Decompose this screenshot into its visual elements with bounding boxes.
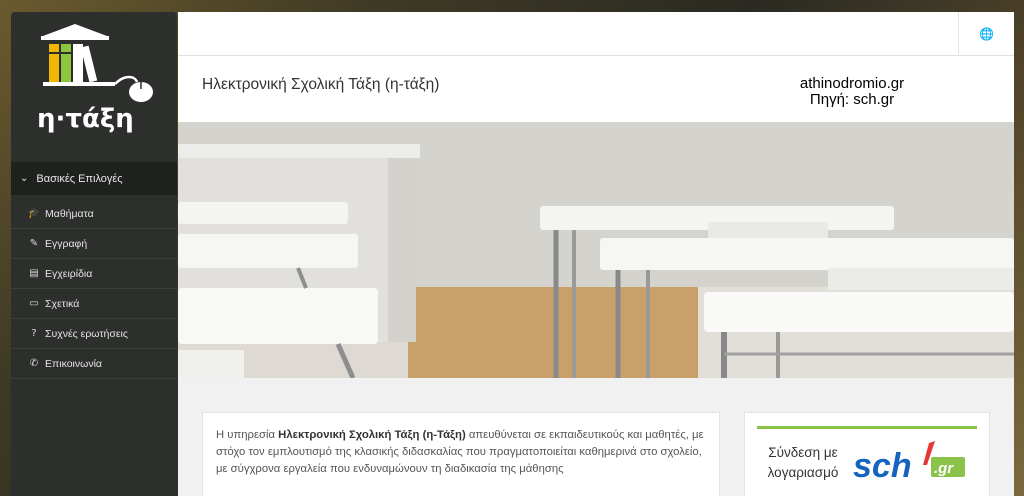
sidebar-item-faq[interactable]: ? Συχνές ερωτήσεις (11, 319, 177, 349)
credit-card-icon: ▭ (29, 298, 39, 309)
login-line: λογαριασμό (767, 465, 839, 480)
sch-login-card[interactable]: Σύνδεση με λογαριασμό sch .gr (744, 412, 990, 496)
green-accent-line (757, 426, 977, 429)
globe-icon: 🌐 (979, 27, 994, 41)
login-prompt: Σύνδεση με λογαριασμό (761, 443, 845, 483)
watermark-line: Πηγή: sch.gr (809, 91, 895, 108)
chevron-down-icon: ⌄ (20, 173, 29, 184)
sidebar-item-manuals[interactable]: ▤ Εγχειρίδια (11, 259, 177, 289)
service-name: Ηλεκτρονική Σχολική Τάξη (η-Τάξη) (278, 429, 466, 441)
sch-gr-logo-icon[interactable]: sch .gr (853, 439, 969, 485)
service-description-card: Η υπηρεσία Ηλεκτρονική Σχολική Τάξη (η-Τ… (202, 412, 720, 496)
document-icon: ▤ (29, 268, 39, 279)
sch-logo-main-text: sch (853, 447, 912, 485)
graduation-cap-icon: 🎓 (27, 208, 41, 219)
sidebar-item-label: Επικοινωνία (45, 357, 102, 370)
sidebar-item-label: Μαθήματα (45, 207, 94, 220)
main-content: 🌐 Ηλεκτρονική Σχολική Τάξη (η-τάξη) athi… (178, 12, 1014, 496)
menu-header-basic-options[interactable]: ⌄ Βασικές Επιλογές (11, 162, 177, 195)
sidebar-item-label: Συχνές ερωτήσεις (45, 327, 128, 340)
sidebar-item-label: Σχετικά (45, 297, 80, 310)
sidebar-menu: 🎓 Μαθήματα ✎ Εγγραφή ▤ Εγχειρίδια ▭ Σχετ… (11, 199, 177, 379)
sch-logo-suffix-text: .gr (934, 460, 954, 477)
top-bar: 🌐 (178, 12, 1014, 56)
sidebar-item-about[interactable]: ▭ Σχετικά (11, 289, 177, 319)
language-button[interactable]: 🌐 (958, 12, 1014, 56)
hero-classroom-image (178, 122, 1014, 378)
edit-icon: ✎ (29, 238, 39, 249)
source-watermark: athinodromio.gr Πηγή: sch.gr (782, 76, 922, 108)
sidebar-item-label: Εγγραφή (45, 237, 88, 250)
page-title: Ηλεκτρονική Σχολική Τάξη (η-τάξη) (202, 76, 440, 93)
login-line: Σύνδεση με (768, 445, 838, 460)
sidebar: η·τάξη ⌄ Βασικές Επιλογές 🎓 Μαθήματα ✎ Ε… (11, 12, 177, 496)
classroom-desks-illustration (178, 122, 1014, 378)
question-circle-icon: ? (31, 328, 37, 339)
sidebar-item-contact[interactable]: ✆ Επικοινωνία (11, 349, 177, 379)
phone-icon: ✆ (29, 358, 39, 369)
books-mouse-logo-icon (41, 24, 153, 102)
title-bar: Ηλεκτρονική Σχολική Τάξη (η-τάξη) athino… (178, 56, 1014, 122)
description-intro: Η υπηρεσία (216, 429, 279, 441)
sidebar-item-courses[interactable]: 🎓 Μαθήματα (11, 199, 177, 229)
logo-text: η·τάξη (37, 104, 134, 134)
watermark-line: athinodromio.gr (799, 75, 905, 92)
site-logo[interactable]: η·τάξη (11, 12, 177, 162)
menu-header-label: Βασικές Επιλογές (36, 172, 123, 185)
sidebar-item-label: Εγχειρίδια (45, 267, 93, 280)
sidebar-item-register[interactable]: ✎ Εγγραφή (11, 229, 177, 259)
